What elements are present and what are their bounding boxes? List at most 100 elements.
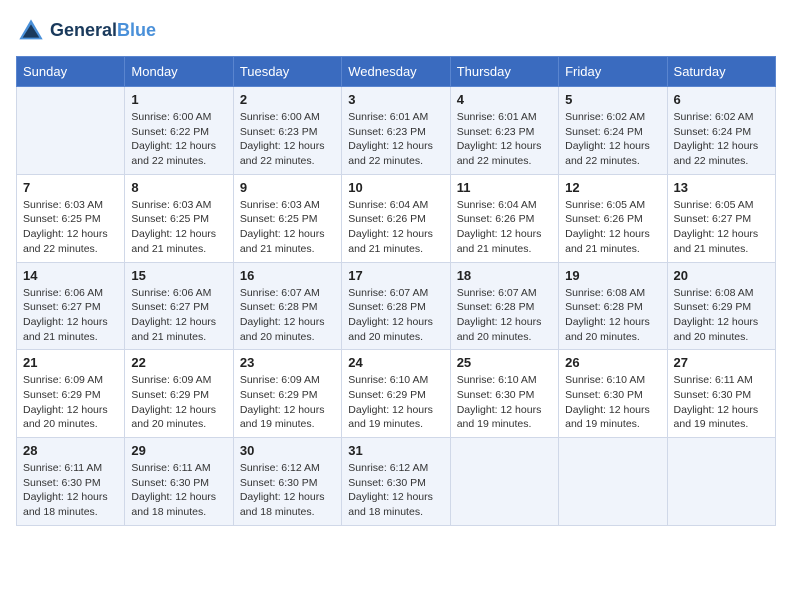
- day-info: Sunrise: 6:09 AMSunset: 6:29 PMDaylight:…: [131, 373, 226, 432]
- day-number: 8: [131, 180, 226, 195]
- day-info: Sunrise: 6:08 AMSunset: 6:29 PMDaylight:…: [674, 286, 769, 345]
- day-number: 24: [348, 355, 443, 370]
- header-row: SundayMondayTuesdayWednesdayThursdayFrid…: [17, 57, 776, 87]
- day-number: 28: [23, 443, 118, 458]
- day-info: Sunrise: 6:11 AMSunset: 6:30 PMDaylight:…: [674, 373, 769, 432]
- day-info: Sunrise: 6:10 AMSunset: 6:29 PMDaylight:…: [348, 373, 443, 432]
- day-number: 30: [240, 443, 335, 458]
- day-cell: 28 Sunrise: 6:11 AMSunset: 6:30 PMDayligh…: [17, 438, 125, 526]
- day-info: Sunrise: 6:12 AMSunset: 6:30 PMDaylight:…: [348, 461, 443, 520]
- day-info: Sunrise: 6:03 AMSunset: 6:25 PMDaylight:…: [240, 198, 335, 257]
- day-number: 16: [240, 268, 335, 283]
- day-number: 2: [240, 92, 335, 107]
- day-cell: 5 Sunrise: 6:02 AMSunset: 6:24 PMDaylight…: [559, 87, 667, 175]
- day-info: Sunrise: 6:05 AMSunset: 6:26 PMDaylight:…: [565, 198, 660, 257]
- day-number: 22: [131, 355, 226, 370]
- day-cell: 27 Sunrise: 6:11 AMSunset: 6:30 PMDayligh…: [667, 350, 775, 438]
- day-number: 25: [457, 355, 552, 370]
- week-row-2: 7 Sunrise: 6:03 AMSunset: 6:25 PMDaylight…: [17, 174, 776, 262]
- day-cell: 4Sunrise: 6:01 AMSunset: 6:23 PMDaylight…: [450, 87, 558, 175]
- day-cell: 2 Sunrise: 6:00 AMSunset: 6:23 PMDaylight…: [233, 87, 341, 175]
- day-number: 17: [348, 268, 443, 283]
- day-cell: [450, 438, 558, 526]
- day-number: 15: [131, 268, 226, 283]
- page-header: GeneralBlue: [16, 16, 776, 46]
- day-cell: 7 Sunrise: 6:03 AMSunset: 6:25 PMDaylight…: [17, 174, 125, 262]
- day-cell: 14 Sunrise: 6:06 AMSunset: 6:27 PMDayligh…: [17, 262, 125, 350]
- day-info: Sunrise: 6:00 AMSunset: 6:22 PMDaylight:…: [131, 110, 226, 169]
- day-cell: 25 Sunrise: 6:10 AMSunset: 6:30 PMDayligh…: [450, 350, 558, 438]
- col-header-wednesday: Wednesday: [342, 57, 450, 87]
- week-row-5: 28 Sunrise: 6:11 AMSunset: 6:30 PMDayligh…: [17, 438, 776, 526]
- col-header-sunday: Sunday: [17, 57, 125, 87]
- day-number: 14: [23, 268, 118, 283]
- day-cell: 9 Sunrise: 6:03 AMSunset: 6:25 PMDaylight…: [233, 174, 341, 262]
- day-number: 13: [674, 180, 769, 195]
- day-number: 19: [565, 268, 660, 283]
- day-cell: 16 Sunrise: 6:07 AMSunset: 6:28 PMDayligh…: [233, 262, 341, 350]
- day-cell: 26 Sunrise: 6:10 AMSunset: 6:30 PMDayligh…: [559, 350, 667, 438]
- day-info: Sunrise: 6:00 AMSunset: 6:23 PMDaylight:…: [240, 110, 335, 169]
- day-cell: 18 Sunrise: 6:07 AMSunset: 6:28 PMDayligh…: [450, 262, 558, 350]
- day-cell: [667, 438, 775, 526]
- day-cell: 19 Sunrise: 6:08 AMSunset: 6:28 PMDayligh…: [559, 262, 667, 350]
- day-number: 31: [348, 443, 443, 458]
- day-cell: 20 Sunrise: 6:08 AMSunset: 6:29 PMDayligh…: [667, 262, 775, 350]
- day-cell: 13Sunrise: 6:05 AMSunset: 6:27 PMDayligh…: [667, 174, 775, 262]
- day-cell: 8 Sunrise: 6:03 AMSunset: 6:25 PMDaylight…: [125, 174, 233, 262]
- day-cell: 22 Sunrise: 6:09 AMSunset: 6:29 PMDayligh…: [125, 350, 233, 438]
- day-info: Sunrise: 6:01 AMSunset: 6:23 PMDaylight:…: [348, 110, 443, 169]
- col-header-thursday: Thursday: [450, 57, 558, 87]
- day-info: Sunrise: 6:09 AMSunset: 6:29 PMDaylight:…: [23, 373, 118, 432]
- day-info: Sunrise: 6:09 AMSunset: 6:29 PMDaylight:…: [240, 373, 335, 432]
- day-cell: 1 Sunrise: 6:00 AMSunset: 6:22 PMDaylight…: [125, 87, 233, 175]
- day-number: 9: [240, 180, 335, 195]
- day-info: Sunrise: 6:02 AMSunset: 6:24 PMDaylight:…: [565, 110, 660, 169]
- day-number: 27: [674, 355, 769, 370]
- day-info: Sunrise: 6:02 AMSunset: 6:24 PMDaylight:…: [674, 110, 769, 169]
- day-info: Sunrise: 6:11 AMSunset: 6:30 PMDaylight:…: [131, 461, 226, 520]
- day-cell: 3 Sunrise: 6:01 AMSunset: 6:23 PMDaylight…: [342, 87, 450, 175]
- day-cell: 24 Sunrise: 6:10 AMSunset: 6:29 PMDayligh…: [342, 350, 450, 438]
- day-number: 3: [348, 92, 443, 107]
- day-info: Sunrise: 6:10 AMSunset: 6:30 PMDaylight:…: [457, 373, 552, 432]
- day-cell: [17, 87, 125, 175]
- day-number: 26: [565, 355, 660, 370]
- day-cell: 30 Sunrise: 6:12 AMSunset: 6:30 PMDayligh…: [233, 438, 341, 526]
- calendar-table: SundayMondayTuesdayWednesdayThursdayFrid…: [16, 56, 776, 526]
- day-info: Sunrise: 6:10 AMSunset: 6:30 PMDaylight:…: [565, 373, 660, 432]
- day-number: 20: [674, 268, 769, 283]
- day-info: Sunrise: 6:03 AMSunset: 6:25 PMDaylight:…: [131, 198, 226, 257]
- day-info: Sunrise: 6:06 AMSunset: 6:27 PMDaylight:…: [23, 286, 118, 345]
- col-header-tuesday: Tuesday: [233, 57, 341, 87]
- day-cell: 29 Sunrise: 6:11 AMSunset: 6:30 PMDayligh…: [125, 438, 233, 526]
- day-info: Sunrise: 6:12 AMSunset: 6:30 PMDaylight:…: [240, 461, 335, 520]
- day-number: 23: [240, 355, 335, 370]
- day-info: Sunrise: 6:11 AMSunset: 6:30 PMDaylight:…: [23, 461, 118, 520]
- day-number: 7: [23, 180, 118, 195]
- day-cell: 11 Sunrise: 6:04 AMSunset: 6:26 PMDayligh…: [450, 174, 558, 262]
- day-info: Sunrise: 6:07 AMSunset: 6:28 PMDaylight:…: [457, 286, 552, 345]
- logo-text: GeneralBlue: [50, 21, 156, 41]
- day-info: Sunrise: 6:04 AMSunset: 6:26 PMDaylight:…: [457, 198, 552, 257]
- day-info: Sunrise: 6:04 AMSunset: 6:26 PMDaylight:…: [348, 198, 443, 257]
- day-cell: 12Sunrise: 6:05 AMSunset: 6:26 PMDayligh…: [559, 174, 667, 262]
- day-number: 6: [674, 92, 769, 107]
- day-number: 5: [565, 92, 660, 107]
- col-header-friday: Friday: [559, 57, 667, 87]
- day-number: 21: [23, 355, 118, 370]
- day-cell: 17Sunrise: 6:07 AMSunset: 6:28 PMDayligh…: [342, 262, 450, 350]
- week-row-4: 21 Sunrise: 6:09 AMSunset: 6:29 PMDayligh…: [17, 350, 776, 438]
- day-number: 18: [457, 268, 552, 283]
- day-info: Sunrise: 6:01 AMSunset: 6:23 PMDaylight:…: [457, 110, 552, 169]
- day-info: Sunrise: 6:07 AMSunset: 6:28 PMDaylight:…: [240, 286, 335, 345]
- day-number: 11: [457, 180, 552, 195]
- day-number: 29: [131, 443, 226, 458]
- week-row-3: 14 Sunrise: 6:06 AMSunset: 6:27 PMDayligh…: [17, 262, 776, 350]
- day-cell: [559, 438, 667, 526]
- week-row-1: 1 Sunrise: 6:00 AMSunset: 6:22 PMDaylight…: [17, 87, 776, 175]
- day-info: Sunrise: 6:08 AMSunset: 6:28 PMDaylight:…: [565, 286, 660, 345]
- day-number: 1: [131, 92, 226, 107]
- day-info: Sunrise: 6:03 AMSunset: 6:25 PMDaylight:…: [23, 198, 118, 257]
- day-cell: 23 Sunrise: 6:09 AMSunset: 6:29 PMDayligh…: [233, 350, 341, 438]
